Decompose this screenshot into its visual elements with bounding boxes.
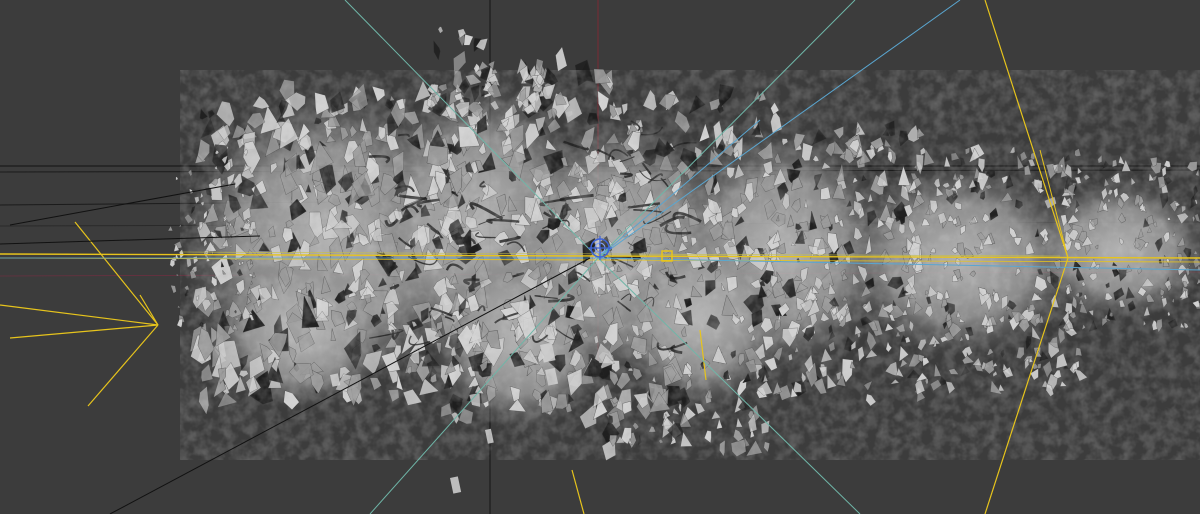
viewport-canvas[interactable]	[0, 0, 1200, 514]
3d-viewport[interactable]	[0, 0, 1200, 514]
mesh-surface-noise	[180, 70, 1200, 460]
